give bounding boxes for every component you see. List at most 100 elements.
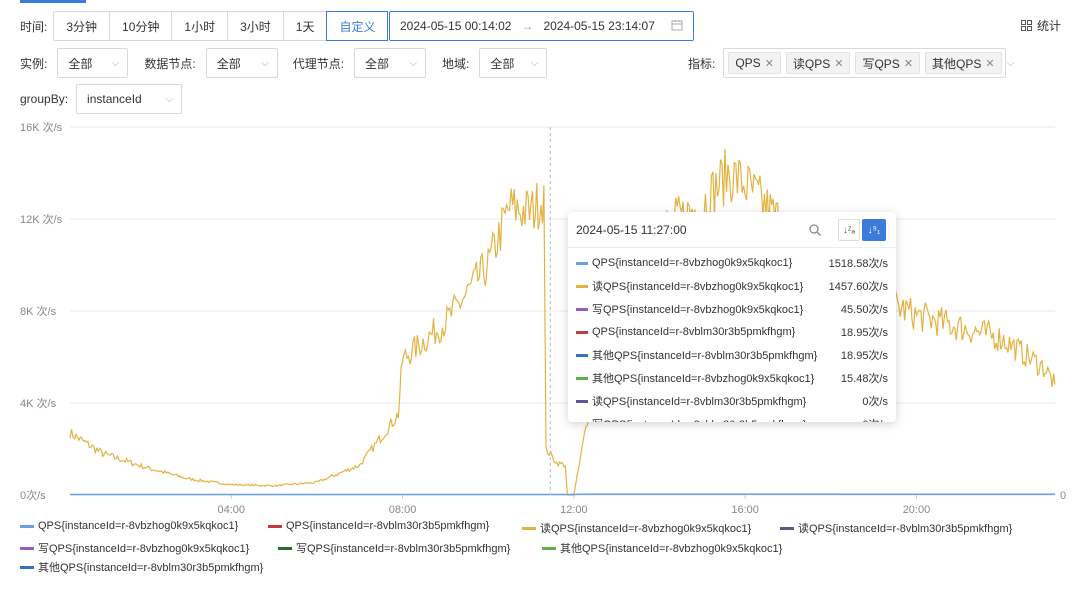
instance-label: 实例:	[20, 56, 48, 71]
series-line	[69, 148, 1056, 496]
tooltip-series-value: 15.48次/s	[840, 373, 888, 385]
close-icon[interactable]: ✕	[985, 57, 994, 70]
series-swatch	[576, 376, 588, 380]
tooltip-series-value: 1457.60次/s	[828, 281, 888, 293]
grid-icon	[1021, 20, 1032, 31]
tooltip-series-name: 写QPS{instanceId=r-8vbzhog0k9x5kqkoc1}	[592, 304, 804, 316]
tooltip-row: QPS{instanceId=r-8vbzhog0k9x5kqkoc1} 1518…	[576, 252, 888, 274]
close-icon[interactable]: ✕	[904, 57, 913, 70]
metrics-multiselect[interactable]: QPS ✕ 读QPS ✕ 写QPS ✕ 其他QPS ✕ ⌵	[723, 48, 1014, 78]
tooltip-series-value: 0次/s	[862, 416, 888, 422]
sort-alpha-icon[interactable]: ↓ᶻₐ	[838, 219, 860, 241]
legend-label: 写QPS{instanceId=r-8vbzhog0k9x5kqkoc1}	[38, 543, 250, 555]
legend-item[interactable]: QPS{instanceId=r-8vbzhog0k9x5kqkoc1}	[20, 520, 238, 532]
sort-numeric-icon[interactable]: ↓⁹₁	[862, 219, 886, 241]
time-filter-row: 时间: 3分钟 10分钟 1小时 3小时 1天 自定义	[20, 11, 389, 41]
groupby-row: groupBy: instanceId ⌵	[20, 84, 183, 114]
instance-filter-row: 实例: 全部 ⌵ 数据节点: 全部 ⌵ 代理节点: 全部 ⌵ 地域: 全部 ⌵	[20, 48, 548, 78]
data-node-select[interactable]: 全部 ⌵	[205, 48, 278, 78]
tooltip-series-name: QPS{instanceId=r-8vblm30r3b5pmkfhgm}	[592, 326, 796, 338]
range-end-input[interactable]: 2024-05-15 23:14:07	[543, 19, 654, 33]
range-arrow-icon: →	[521, 19, 534, 33]
x-tick-label: 08:00	[389, 504, 417, 515]
metrics-label: 指标:	[688, 56, 716, 71]
legend-swatch	[20, 565, 34, 569]
data-node-select-value: 全部	[216, 56, 241, 71]
legend-swatch	[542, 546, 556, 550]
y-tick-label: 8K 次/s	[20, 304, 57, 318]
metric-tag-other-qps: 其他QPS ✕	[925, 52, 1002, 74]
chevron-down-icon: ⌵	[1006, 57, 1015, 69]
legend-item[interactable]: 其他QPS{instanceId=r-8vbzhog0k9x5kqkoc1}	[542, 540, 782, 556]
x-tick-label: 20:00	[903, 504, 931, 515]
legend-swatch	[268, 524, 282, 528]
proxy-node-select-value: 全部	[365, 56, 390, 71]
metric-tag-qps: QPS ✕	[728, 52, 781, 74]
legend-item[interactable]: 读QPS{instanceId=r-8vblm30r3b5pmkfhgm}	[780, 520, 1012, 536]
chevron-down-icon: ⌵	[530, 57, 539, 69]
legend-label: 其他QPS{instanceId=r-8vblm30r3b5pmkfhgm}	[38, 562, 264, 574]
tooltip-series-value: 1518.58次/s	[828, 258, 888, 270]
tooltip-series-name: QPS{instanceId=r-8vbzhog0k9x5kqkoc1}	[592, 257, 793, 269]
tooltip-row: 写QPS{instanceId=r-8vbzhog0k9x5kqkoc1} 45.…	[576, 298, 888, 320]
legend-label: 读QPS{instanceId=r-8vblm30r3b5pmkfhgm}	[798, 523, 1013, 535]
search-icon[interactable]	[808, 223, 822, 237]
legend-swatch	[20, 524, 34, 528]
instance-select-value: 全部	[68, 56, 93, 71]
legend-swatch	[278, 546, 292, 550]
tooltip-row: 其他QPS{instanceId=r-8vbzhog0k9x5kqkoc1} 15…	[576, 367, 888, 389]
tooltip-series-name: 写QPS{instanceId=r-8vblm30r3b5pmkfhgm}	[592, 416, 862, 422]
legend-label: 读QPS{instanceId=r-8vbzhog0k9x5kqkoc1}	[540, 523, 752, 535]
time-option-1day[interactable]: 1天	[284, 12, 328, 40]
legend-item[interactable]: 其他QPS{instanceId=r-8vblm30r3b5pmkfhgm}	[20, 559, 263, 575]
chart-tooltip: 2024-05-15 11:27:00 ↓ᶻₐ ↓⁹₁ QPS{instance…	[568, 212, 896, 422]
instance-select[interactable]: 全部 ⌵	[57, 48, 129, 78]
tooltip-row: 写QPS{instanceId=r-8vblm30r3b5pmkfhgm}0次/…	[576, 413, 888, 422]
y-tick-label: 0次/s	[20, 488, 46, 502]
tooltip-series-name: 其他QPS{instanceId=r-8vblm30r3b5pmkfhgm}	[592, 350, 818, 362]
calendar-icon[interactable]	[671, 19, 683, 34]
x-tick-label: 16:00	[731, 504, 759, 515]
proxy-node-label: 代理节点:	[292, 56, 345, 71]
tooltip-series-name: 其他QPS{instanceId=r-8vbzhog0k9x5kqkoc1}	[592, 373, 815, 385]
data-node-label: 数据节点:	[144, 56, 196, 71]
series-swatch	[576, 307, 588, 311]
y-tick-label: 12K 次/s	[20, 212, 63, 226]
chevron-down-icon: ⌵	[261, 57, 269, 69]
time-option-3hour[interactable]: 3小时	[228, 12, 284, 40]
y-tick-label: 4K 次/s	[20, 396, 57, 410]
time-option-3min[interactable]: 3分钟	[54, 12, 111, 40]
legend-item[interactable]: QPS{instanceId=r-8vblm30r3b5pmkfhgm}	[268, 520, 489, 532]
legend-item[interactable]: 写QPS{instanceId=r-8vbzhog0k9x5kqkoc1}	[20, 540, 249, 556]
time-option-1hour[interactable]: 1小时	[172, 12, 229, 40]
legend-item[interactable]: 读QPS{instanceId=r-8vbzhog0k9x5kqkoc1}	[522, 520, 751, 536]
tooltip-time: 2024-05-15 11:27:00	[576, 222, 687, 237]
proxy-node-select[interactable]: 全部 ⌵	[354, 48, 427, 78]
region-select-value: 全部	[490, 56, 515, 71]
time-option-custom[interactable]: 自定义	[326, 11, 389, 41]
date-range-picker[interactable]: 2024-05-15 00:14:02 → 2024-05-15 23:14:0…	[389, 11, 694, 41]
legend-label: 其他QPS{instanceId=r-8vbzhog0k9x5kqkoc1}	[560, 543, 783, 555]
time-option-10min[interactable]: 10分钟	[110, 12, 173, 40]
tooltip-series-value: 18.95次/s	[840, 350, 888, 362]
region-select[interactable]: 全部 ⌵	[479, 48, 548, 78]
qps-line-chart[interactable]: 16K 次/s 12K 次/s 8K 次/s 4K 次/s 0次/s 0 04:00 08:0…	[0, 115, 1080, 515]
tooltip-series-value: 0次/s	[862, 396, 888, 408]
close-icon[interactable]: ✕	[765, 57, 774, 70]
metrics-filter-row: 指标: QPS ✕ 读QPS ✕ 写QPS ✕ 其他QPS ✕ ⌵	[688, 48, 1014, 78]
x-tick-label: 12:00	[560, 504, 588, 515]
series-swatch	[576, 353, 588, 357]
groupby-label: groupBy:	[20, 92, 69, 106]
time-range-segmented: 3分钟 10分钟 1小时 3小时 1天 自定义	[53, 11, 389, 41]
tooltip-row: 读QPS{instanceId=r-8vbzhog0k9x5kqkoc1} 145…	[576, 275, 888, 297]
tooltip-series-value: 45.50次/s	[840, 304, 888, 316]
tooltip-row: 读QPS{instanceId=r-8vblm30r3b5pmkfhgm} 0次/…	[576, 390, 888, 412]
active-tab-indicator	[20, 0, 86, 3]
statistics-button[interactable]: 统计	[1021, 17, 1061, 34]
chevron-down-icon: ⌵	[409, 57, 418, 69]
legend-item[interactable]: 写QPS{instanceId=r-8vblm30r3b5pmkfhgm}	[278, 540, 510, 556]
series-swatch	[576, 261, 588, 265]
range-start-input[interactable]: 2024-05-15 00:14:02	[400, 19, 511, 33]
close-icon[interactable]: ✕	[834, 57, 843, 70]
groupby-select[interactable]: instanceId ⌵	[76, 84, 183, 114]
